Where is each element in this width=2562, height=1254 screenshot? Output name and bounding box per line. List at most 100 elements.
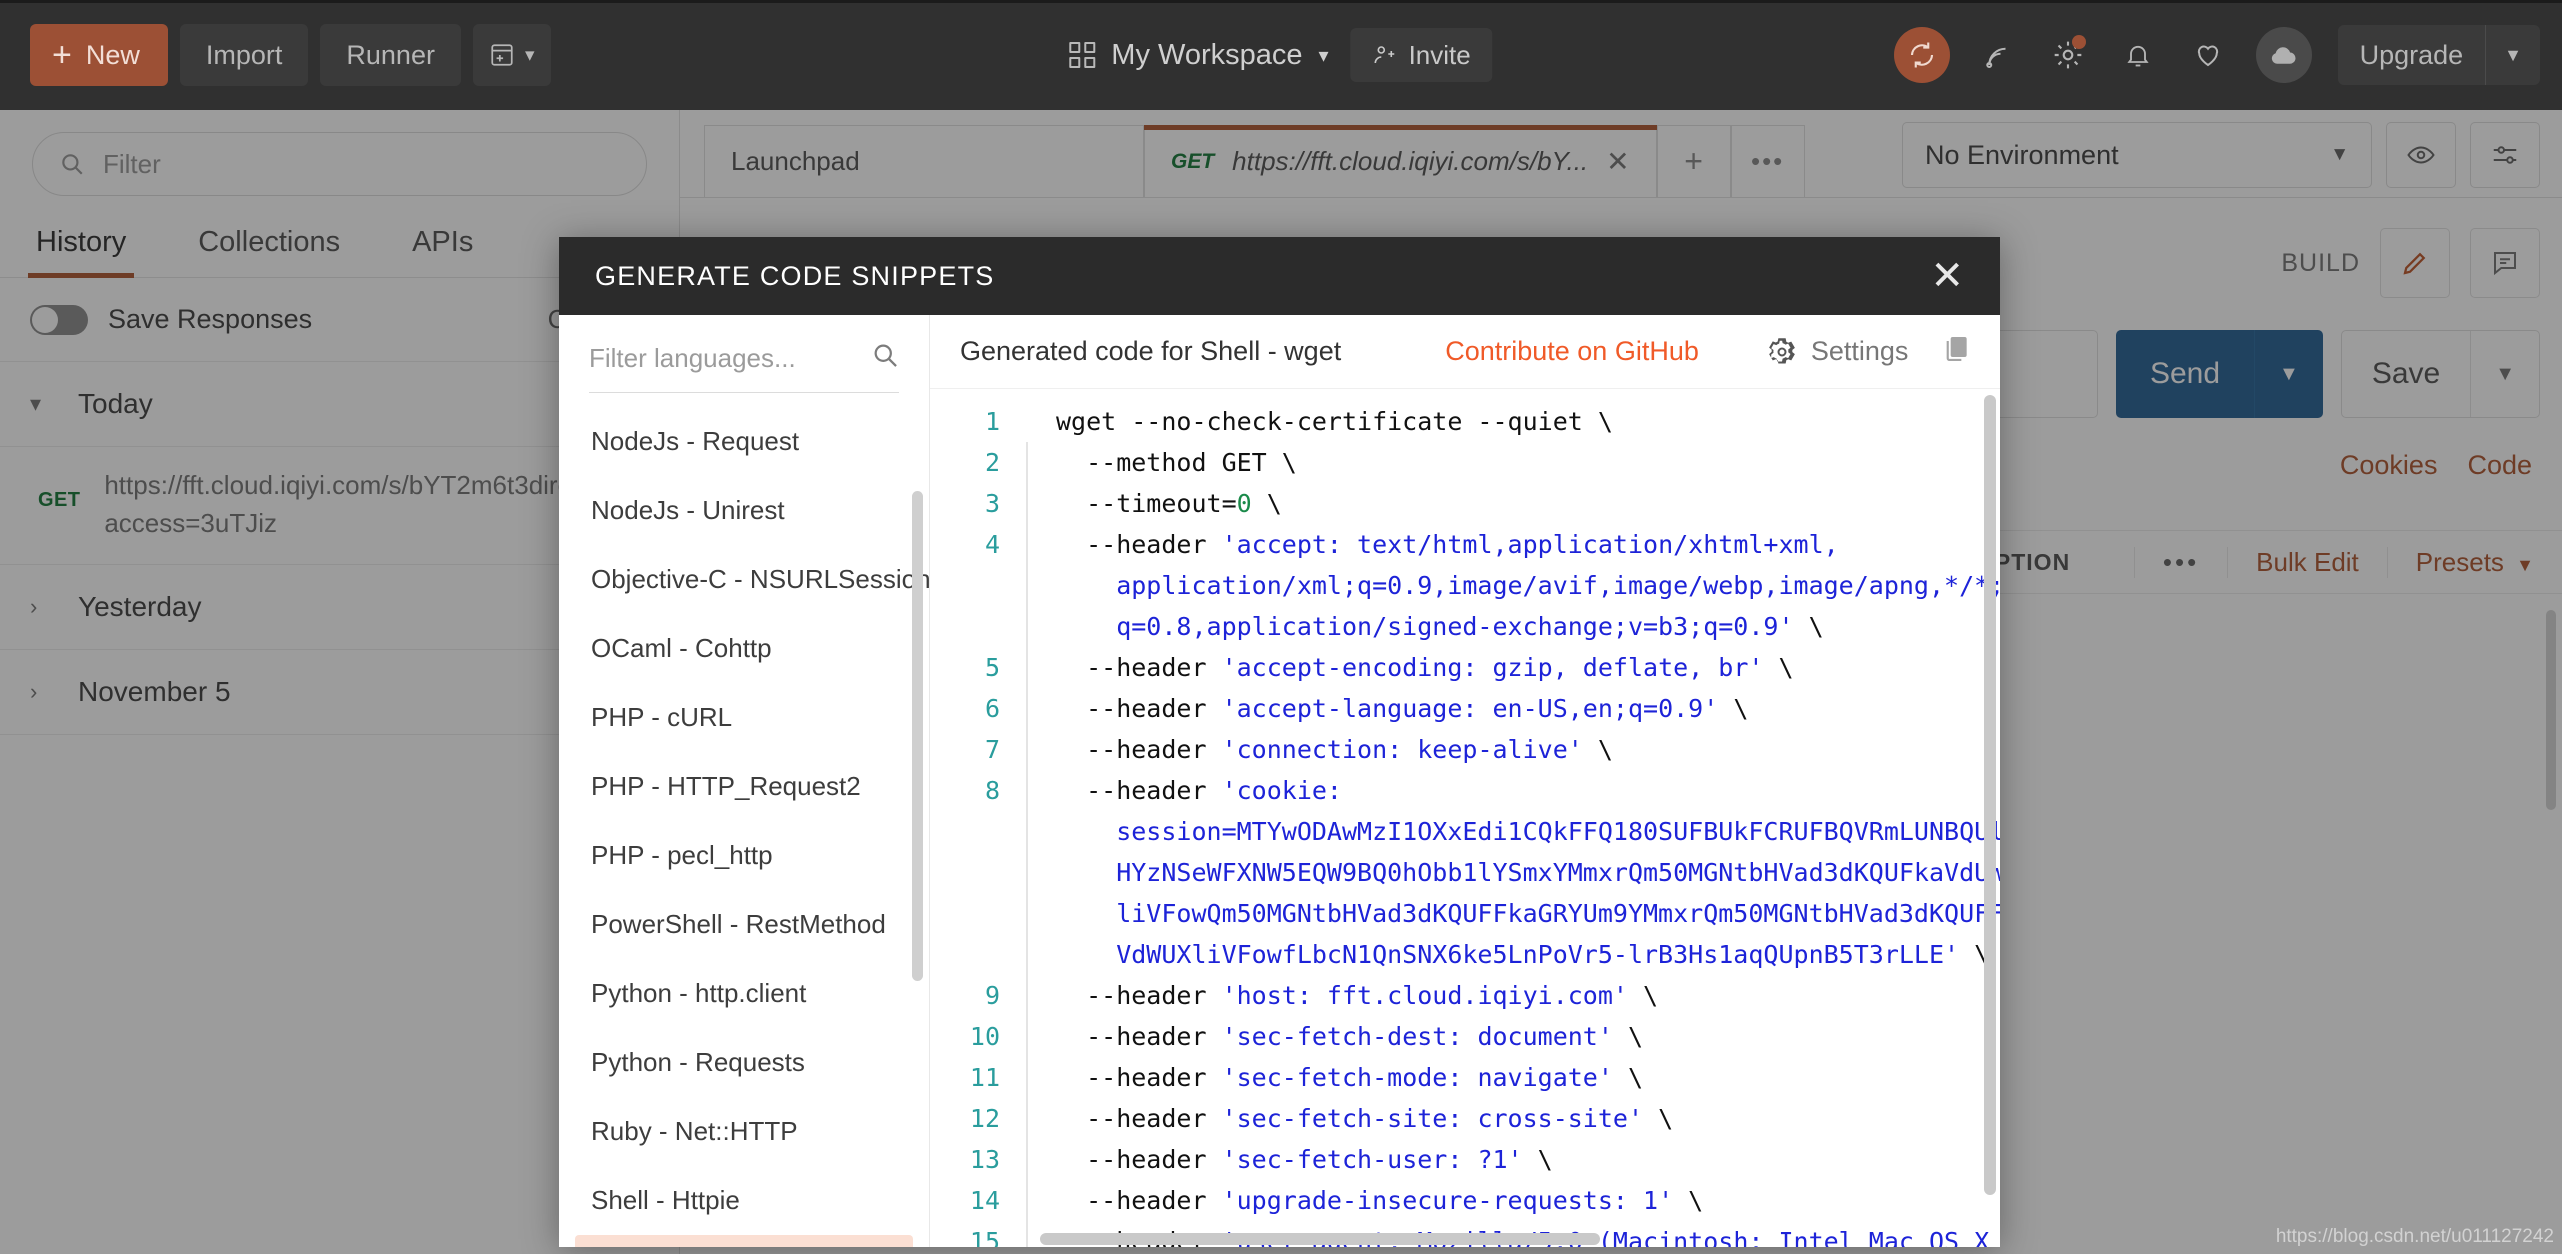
language-item-shell-httpie[interactable]: Shell - Httpie: [575, 1166, 913, 1235]
person-add-icon: [1374, 46, 1395, 64]
code-token: VdWUXliVFowfLbcN1QnSNX6ke5LnPoVr5-lrB3Hs…: [1056, 940, 1960, 969]
gear-icon[interactable]: [2046, 33, 2090, 77]
code-token: q=0.8,application/signed-exchange;v=b3;q…: [1056, 612, 1794, 641]
code-line-number: 3: [984, 489, 1000, 518]
caret-down-icon[interactable]: ▼: [2485, 25, 2540, 85]
code-line-number: .: [930, 811, 1026, 852]
code-vertical-scrollbar[interactable]: [1984, 395, 1996, 1195]
code-line: 3 --timeout=0 \: [930, 483, 2000, 524]
search-icon: [871, 341, 899, 376]
language-label: PowerShell - RestMethod: [591, 909, 886, 939]
upgrade-group: Upgrade ▼: [2337, 25, 2540, 85]
code-line-number: 9: [984, 981, 1000, 1010]
generated-code-body[interactable]: 1 wget --no-check-certificate --quiet \ 2 …: [930, 389, 2000, 1247]
generate-code-snippets-modal: GENERATE CODE SNIPPETS ✕ Filter language…: [559, 237, 2000, 1247]
code-line: . application/xml;q=0.9,image/avif,image…: [930, 565, 2000, 606]
workspace-selector[interactable]: My Workspace ▾: [1069, 39, 1329, 72]
copy-icon[interactable]: [1940, 333, 1972, 370]
language-filter-placeholder: Filter languages...: [589, 343, 796, 373]
code-line-text: --header 'sec-fetch-mode: navigate' \: [1026, 1057, 2000, 1098]
upgrade-button[interactable]: Upgrade: [2338, 40, 2486, 71]
code-line: . HYzNSeWFXNW5EQW9BQ0hObb1lYSmxYMmxrQm50…: [930, 852, 2000, 893]
runner-button[interactable]: Runner: [320, 24, 461, 86]
plus-icon: +: [52, 36, 72, 74]
toolbar-left-group: + New Import Runner ▾: [0, 24, 551, 86]
code-token: application/xml;q=0.9,image/avif,image/w…: [1056, 571, 2000, 600]
language-item-ruby-net-http[interactable]: Ruby - Net::HTTP: [575, 1097, 913, 1166]
language-filter-input[interactable]: Filter languages...: [589, 341, 899, 393]
code-token: --header: [1056, 1104, 1222, 1133]
language-item-objective-c-nsurlsession[interactable]: Objective-C - NSURLSession: [575, 545, 929, 614]
code-token: 'upgrade-insecure-requests: 1': [1221, 1186, 1674, 1215]
language-item-python-http-client[interactable]: Python - http.client: [575, 959, 913, 1028]
language-item-powershell-restmethod[interactable]: PowerShell - RestMethod: [575, 890, 913, 959]
code-settings-button[interactable]: Settings: [1767, 336, 1909, 367]
code-token: \: [1793, 612, 1824, 641]
language-label: Python - Requests: [591, 1047, 805, 1077]
language-item-python-requests[interactable]: Python - Requests: [575, 1028, 913, 1097]
language-list-scrollbar[interactable]: [912, 491, 923, 981]
notification-dot: [2071, 35, 2086, 49]
sync-icon[interactable]: [1893, 27, 1950, 83]
language-item-nodejs-request[interactable]: NodeJs - Request: [575, 407, 913, 476]
code-token: \: [1763, 653, 1794, 682]
code-token: 'sec-fetch-user: ?1': [1221, 1145, 1523, 1174]
code-token: liVFowQm50MGNtbHVad3dKQUFFkaGRYUm9YMmxrQ…: [1056, 899, 2000, 928]
language-item-php-curl[interactable]: PHP - cURL: [575, 683, 913, 752]
language-label: NodeJs - Unirest: [591, 495, 785, 525]
code-line: 2 --method GET \: [930, 442, 2000, 483]
code-line: 9 --header 'host: fft.cloud.iqiyi.com' \: [930, 975, 2000, 1016]
code-horizontal-scrollbar[interactable]: [1040, 1233, 1600, 1245]
language-item-nodejs-unirest[interactable]: NodeJs - Unirest: [575, 476, 913, 545]
bell-icon[interactable]: [2116, 33, 2160, 77]
code-line: 4 --header 'accept: text/html,applicatio…: [930, 524, 2000, 565]
toolbar-center-group: My Workspace ▾ Invite: [1069, 28, 1493, 82]
code-token: 'accept-language: en-US,en;q=0.9': [1221, 694, 1719, 723]
code-line-number: 6: [984, 694, 1000, 723]
modal-body: Filter languages... NodeJs - Request Nod…: [559, 315, 2000, 1247]
code-token: --header: [1056, 694, 1222, 723]
satellite-icon[interactable]: [1976, 33, 2020, 77]
language-list[interactable]: NodeJs - Request NodeJs - Unirest Object…: [559, 393, 929, 1247]
contribute-on-github-link[interactable]: Contribute on GitHub: [1445, 336, 1699, 367]
code-line-number: 7: [984, 735, 1000, 764]
code-line-text: q=0.8,application/signed-exchange;v=b3;q…: [1026, 606, 2000, 647]
cloud-avatar-icon[interactable]: [2255, 27, 2312, 83]
code-token: --method GET \: [1056, 448, 1297, 477]
invite-button[interactable]: Invite: [1350, 28, 1493, 82]
code-line: . session=MTYwODAwMzI1OXxEdi1CQkFFQ180SU…: [930, 811, 2000, 852]
code-line-number: 8: [984, 776, 1000, 805]
close-icon[interactable]: ✕: [1930, 256, 1964, 296]
code-token: --header: [1056, 1063, 1222, 1092]
gear-icon: [1768, 337, 1795, 363]
code-line-text: session=MTYwODAwMzI1OXxEdi1CQkFFQ180SUFB…: [1026, 811, 2000, 852]
language-item-php-pecl-http[interactable]: PHP - pecl_http: [575, 821, 913, 890]
code-token: wget --no-check-certificate --quiet \: [1056, 407, 1613, 436]
code-line-text: --header 'host: fft.cloud.iqiyi.com' \: [1026, 975, 2000, 1016]
code-line: 14 --header 'upgrade-insecure-requests: …: [930, 1180, 2000, 1221]
code-line-number: 4: [984, 530, 1000, 559]
code-line-number: .: [930, 565, 1026, 606]
code-token: 'connection: keep-alive': [1221, 735, 1583, 764]
code-line-text: liVFowQm50MGNtbHVad3dKQUFFkaGRYUm9YMmxrQ…: [1026, 893, 2000, 934]
open-new-window-button[interactable]: ▾: [472, 24, 551, 86]
code-settings-label: Settings: [1810, 336, 1909, 366]
new-button[interactable]: + New: [30, 24, 168, 86]
import-button[interactable]: Import: [179, 24, 309, 86]
generated-code-text: 1 wget --no-check-certificate --quiet \ 2 …: [930, 389, 2000, 1247]
code-line: . VdWUXliVFowfLbcN1QnSNX6ke5LnPoVr5-lrB3…: [930, 934, 2000, 975]
code-token: --timeout=: [1056, 489, 1237, 518]
code-line-text: --header 'sec-fetch-site: cross-site' \: [1026, 1098, 2000, 1139]
language-label: Python - http.client: [591, 978, 807, 1008]
code-line: 12 --header 'sec-fetch-site: cross-site'…: [930, 1098, 2000, 1139]
language-item-shell-wget[interactable]: Shell - wget: [575, 1235, 913, 1247]
generated-code-header: Generated code for Shell - wget Contribu…: [930, 315, 2000, 389]
language-item-ocaml-cohttp[interactable]: OCaml - Cohttp: [575, 614, 913, 683]
heart-icon[interactable]: [2186, 33, 2230, 77]
code-token: --header: [1056, 1022, 1222, 1051]
language-item-php-http-request2[interactable]: PHP - HTTP_Request2: [575, 752, 913, 821]
code-token: --header: [1056, 776, 1222, 805]
code-line-text: --header 'sec-fetch-user: ?1' \: [1026, 1139, 2000, 1180]
code-line-number: 1: [984, 407, 1000, 436]
code-token: 'sec-fetch-dest: document': [1221, 1022, 1613, 1051]
